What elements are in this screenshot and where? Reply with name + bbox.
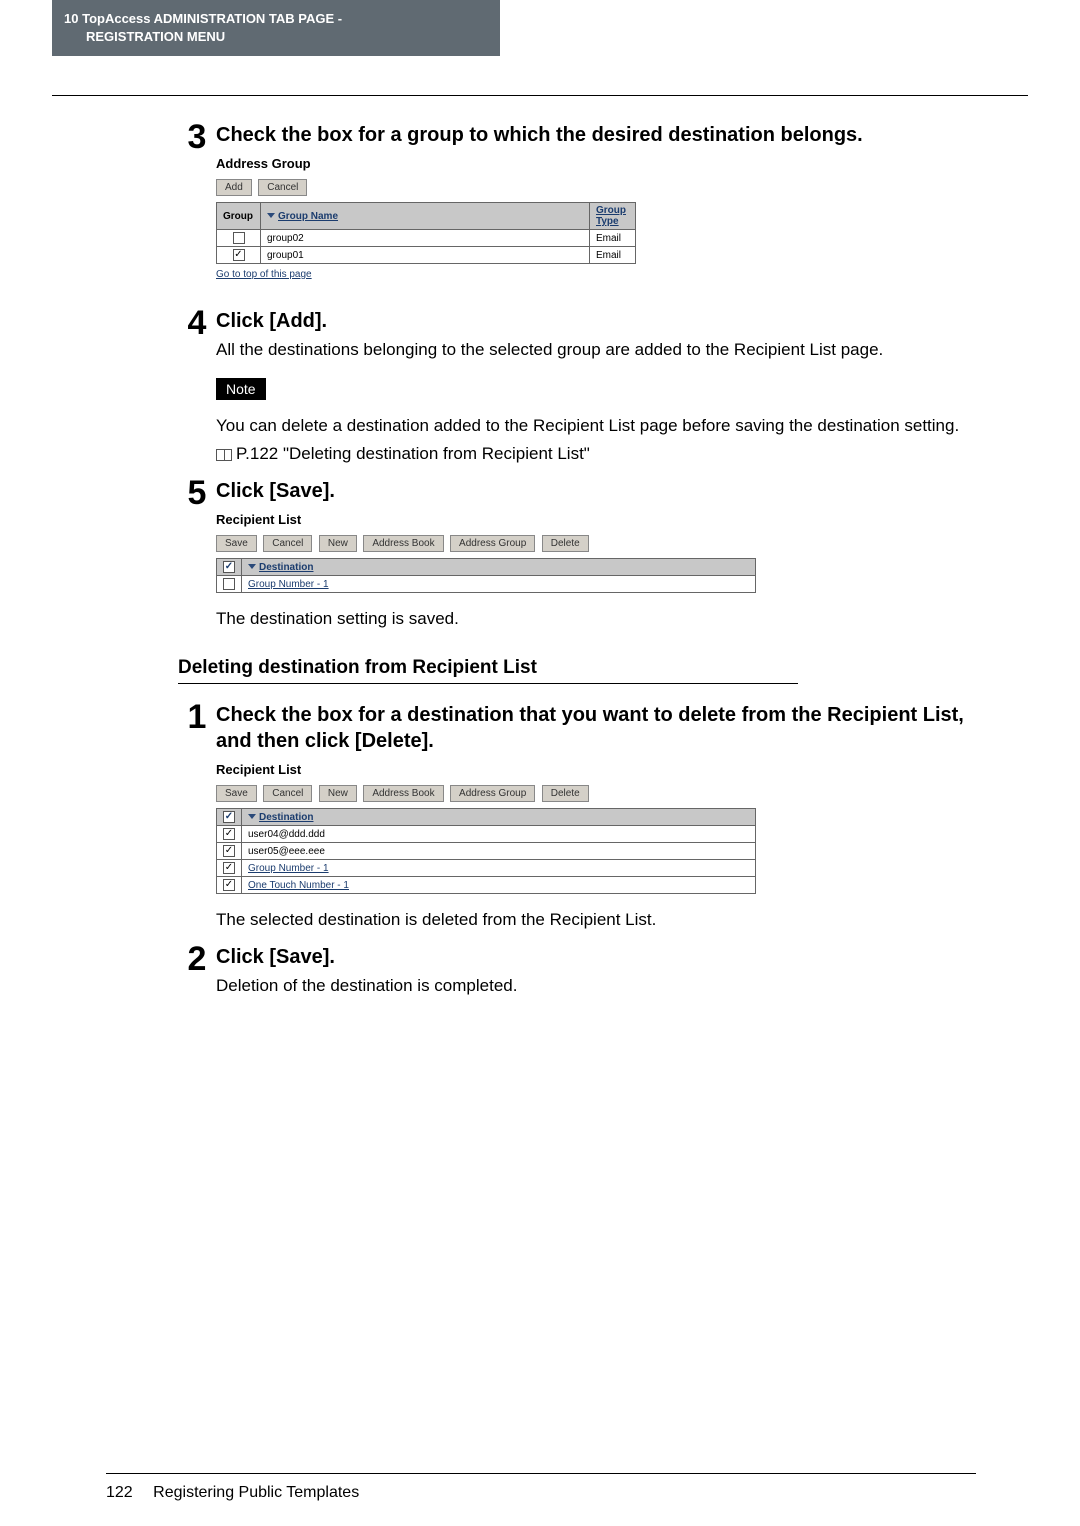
subheading-rule <box>178 683 798 684</box>
shot-title: Address Group <box>216 156 978 171</box>
page-number: 122 <box>106 1484 133 1502</box>
address-group-shot: Address Group Add Cancel Group Group Nam… <box>216 156 978 282</box>
row-destination[interactable]: Group Number - 1 <box>248 863 329 874</box>
row-destination[interactable]: One Touch Number - 1 <box>248 880 349 891</box>
select-all-checkbox[interactable]: ✓ <box>223 561 235 573</box>
step-3: 3 Check the box for a group to which the… <box>178 120 978 296</box>
add-button[interactable]: Add <box>216 179 252 196</box>
row-checkbox[interactable]: ✓ <box>223 828 235 840</box>
subheading: Deleting destination from Recipient List <box>178 657 978 679</box>
row-checkbox[interactable] <box>223 578 235 590</box>
col-group-type[interactable]: Group Type <box>590 203 636 230</box>
address-group-button[interactable]: Address Group <box>450 535 535 552</box>
step-body-text: Deletion of the destination is completed… <box>216 974 978 998</box>
footer-rule <box>106 1473 976 1474</box>
row-type: Email <box>590 247 636 264</box>
table-row: Group Number - 1 <box>217 576 756 593</box>
recipient-list-shot: Recipient List Save Cancel New Address B… <box>216 762 978 894</box>
step-number: 5 <box>178 476 216 510</box>
step-4: 4 Click [Add]. All the destinations belo… <box>178 306 978 466</box>
sort-icon <box>248 814 256 819</box>
delete-step-1: 1 Check the box for a destination that y… <box>178 700 978 932</box>
table-row: ✓ user04@ddd.ddd <box>217 826 756 843</box>
step-body-text: All the destinations belonging to the se… <box>216 338 978 362</box>
chapter-number: 10 <box>64 11 78 26</box>
book-icon <box>216 449 232 461</box>
header-title-sub: REGISTRATION MENU <box>64 29 225 44</box>
col-destination[interactable]: Destination <box>242 559 756 576</box>
row-destination[interactable]: Group Number - 1 <box>248 579 329 590</box>
shot-title: Recipient List <box>216 512 978 527</box>
sort-icon <box>267 213 275 218</box>
col-group-name[interactable]: Group Name <box>261 203 590 230</box>
cancel-button[interactable]: Cancel <box>258 179 307 196</box>
step-number: 1 <box>178 700 216 734</box>
row-checkbox[interactable]: ✓ <box>223 879 235 891</box>
row-checkbox[interactable]: ✓ <box>223 862 235 874</box>
step-number: 2 <box>178 942 216 976</box>
row-name: group02 <box>261 230 590 247</box>
footer: 122 Registering Public Templates <box>106 1484 359 1502</box>
step-title: Check the box for a destination that you… <box>216 702 978 754</box>
go-top-link[interactable]: Go to top of this page <box>216 269 312 280</box>
step-5: 5 Click [Save]. Recipient List Save Canc… <box>178 476 978 631</box>
col-group: Group <box>217 203 261 230</box>
sort-icon <box>248 564 256 569</box>
header-title-top: TopAccess ADMINISTRATION TAB PAGE - <box>82 11 342 26</box>
step-body-text: The selected destination is deleted from… <box>216 908 978 932</box>
delete-button[interactable]: Delete <box>542 535 589 552</box>
row-checkbox[interactable] <box>233 232 245 244</box>
table-row: ✓ group01 Email <box>217 247 636 264</box>
address-group-button[interactable]: Address Group <box>450 785 535 802</box>
recipient-table: ✓ Destination Group Number - 1 <box>216 558 756 593</box>
step-title: Click [Add]. <box>216 308 978 334</box>
step-title: Check the box for a group to which the d… <box>216 122 978 148</box>
shot-title: Recipient List <box>216 762 978 777</box>
footer-label: Registering Public Templates <box>153 1484 359 1501</box>
step-number: 3 <box>178 120 216 154</box>
recipient-list-shot: Recipient List Save Cancel New Address B… <box>216 512 978 593</box>
save-button[interactable]: Save <box>216 535 257 552</box>
step-title: Click [Save]. <box>216 944 978 970</box>
select-all-cell: ✓ <box>217 809 242 826</box>
cancel-button[interactable]: Cancel <box>263 535 312 552</box>
note-label: Note <box>216 378 266 400</box>
col-destination[interactable]: Destination <box>242 809 756 826</box>
row-checkbox[interactable]: ✓ <box>223 845 235 857</box>
top-rule <box>52 95 1028 96</box>
page-header: 10 TopAccess ADMINISTRATION TAB PAGE - R… <box>52 0 500 56</box>
address-group-table: Group Group Name Group Type group02 Emai… <box>216 202 636 264</box>
new-button[interactable]: New <box>319 785 357 802</box>
row-type: Email <box>590 230 636 247</box>
page-reference: P.122 "Deleting destination from Recipie… <box>216 442 978 466</box>
row-destination: user04@ddd.ddd <box>242 826 756 843</box>
note-body: You can delete a destination added to th… <box>216 414 978 438</box>
delete-button[interactable]: Delete <box>542 785 589 802</box>
row-checkbox[interactable]: ✓ <box>233 249 245 261</box>
address-book-button[interactable]: Address Book <box>363 535 443 552</box>
table-row: ✓ user05@eee.eee <box>217 843 756 860</box>
new-button[interactable]: New <box>319 535 357 552</box>
select-all-checkbox[interactable]: ✓ <box>223 811 235 823</box>
recipient-table: ✓ Destination ✓ user04@ddd.ddd ✓ user05@… <box>216 808 756 894</box>
step-title: Click [Save]. <box>216 478 978 504</box>
row-name: group01 <box>261 247 590 264</box>
row-destination: user05@eee.eee <box>242 843 756 860</box>
step-body-text: The destination setting is saved. <box>216 607 978 631</box>
table-row: group02 Email <box>217 230 636 247</box>
save-button[interactable]: Save <box>216 785 257 802</box>
select-all-cell: ✓ <box>217 559 242 576</box>
address-book-button[interactable]: Address Book <box>363 785 443 802</box>
table-row: ✓ Group Number - 1 <box>217 860 756 877</box>
table-row: ✓ One Touch Number - 1 <box>217 877 756 894</box>
delete-step-2: 2 Click [Save]. Deletion of the destinat… <box>178 942 978 998</box>
cancel-button[interactable]: Cancel <box>263 785 312 802</box>
step-number: 4 <box>178 306 216 340</box>
